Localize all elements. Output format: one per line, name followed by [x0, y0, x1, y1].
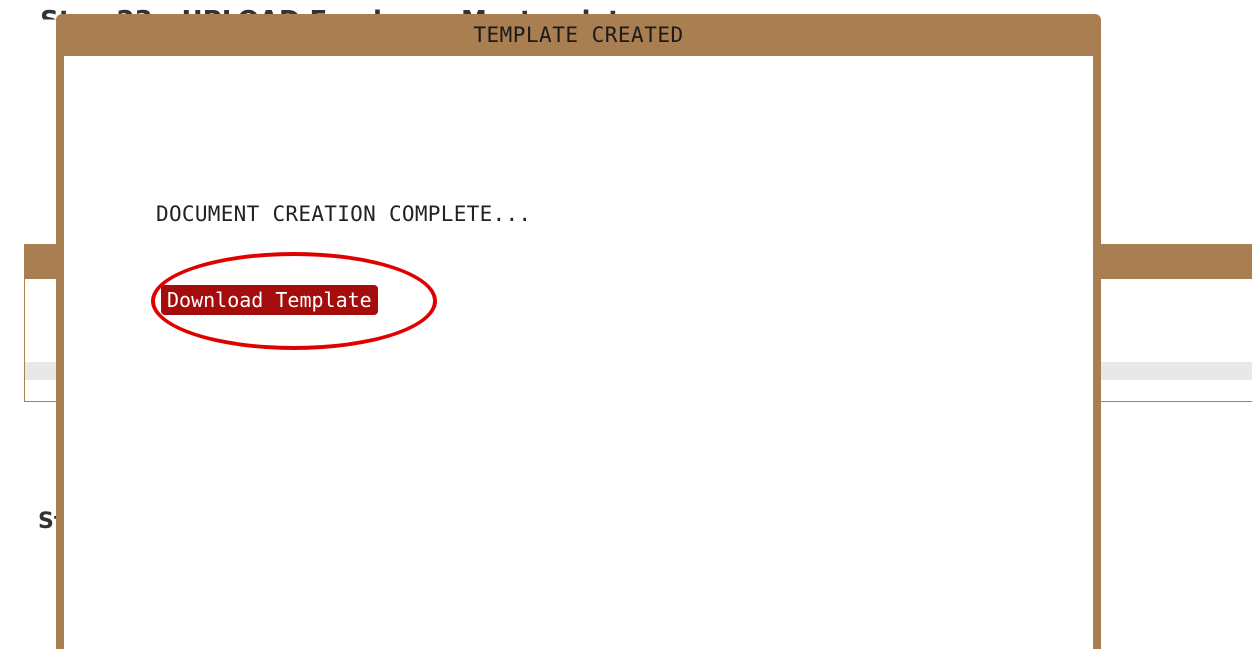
template-created-dialog: TEMPLATE CREATED DOCUMENT CREATION COMPL…	[56, 14, 1101, 649]
dialog-body: DOCUMENT CREATION COMPLETE... Download T…	[64, 56, 1093, 649]
download-template-button[interactable]: Download Template	[161, 285, 378, 315]
dialog-title: TEMPLATE CREATED	[473, 23, 684, 47]
status-message: DOCUMENT CREATION COMPLETE...	[156, 202, 532, 226]
